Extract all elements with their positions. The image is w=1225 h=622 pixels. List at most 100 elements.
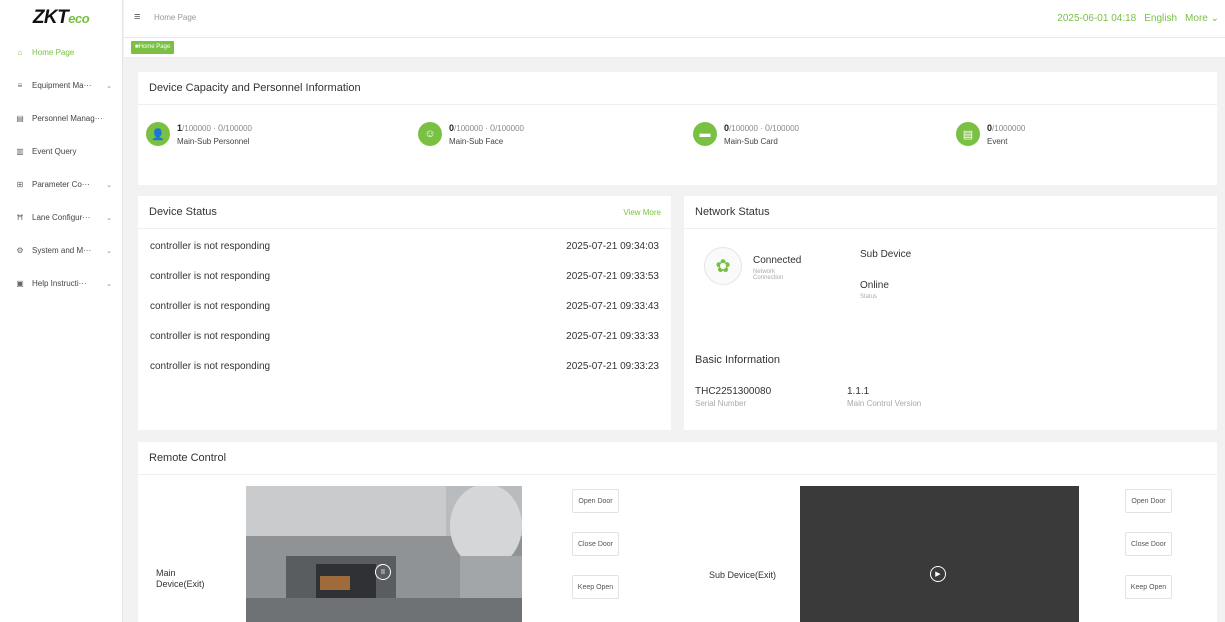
face-icon: ☺ xyxy=(418,122,442,146)
breadcrumb: Home Page xyxy=(154,13,197,22)
status-row: controller is not responding 2025-07-21 0… xyxy=(150,331,659,347)
main-device-label: Main Device(Exit) xyxy=(156,568,205,589)
close-door-button[interactable]: Close Door xyxy=(1125,532,1172,556)
sub-status: Online xyxy=(860,280,889,291)
sidebar-item-label: Home Page xyxy=(32,48,75,57)
keep-open-button[interactable]: Keep Open xyxy=(1125,575,1172,599)
device-status-header: Device Status View More xyxy=(138,196,671,229)
top-bar: ≡ Home Page 2025-06-01 04:18 English Mor… xyxy=(124,0,1225,38)
main-max: /1000000 xyxy=(992,123,1026,133)
main-camera-feed[interactable]: II xyxy=(246,484,522,622)
status-message: controller is not responding xyxy=(150,301,271,312)
sub-device-label: Sub Device(Exit) xyxy=(709,570,777,580)
capacity-value: 1/100000 · 0/100000 xyxy=(177,123,252,134)
sidebar: ZKT eco ⌂ Home Page ≡ Equipment Ma··· ⌄ ▤ Perso… xyxy=(0,0,123,622)
logo-suffix: eco xyxy=(68,10,90,26)
version-label: Main Control Version xyxy=(847,399,922,408)
sidebar-item[interactable]: Ħ Lane Configur··· ⌄ xyxy=(0,201,122,234)
status-time: 2025-07-21 09:33:53 xyxy=(566,271,659,282)
menu-toggle-icon[interactable]: ≡ xyxy=(134,11,140,23)
sidebar-menu: ⌂ Home Page ≡ Equipment Ma··· ⌄ ▤ Personnel Ma… xyxy=(0,36,122,300)
sub-max: /100000 xyxy=(770,123,799,133)
tab-home-page[interactable]: ■Home Page xyxy=(131,41,175,54)
capacity-label: Main-Sub Card xyxy=(724,136,778,146)
status-time: 2025-07-21 09:34:03 xyxy=(566,241,659,252)
close-door-button[interactable]: Close Door xyxy=(572,532,619,556)
capacity-value: 0/100000 · 0/100000 xyxy=(724,123,799,134)
main-max: /100000 xyxy=(729,123,758,133)
capacity-item: ☺ 0/100000 · 0/100000 Main-Sub Face xyxy=(418,122,524,146)
serial-info: THC2251300080 Serial Number xyxy=(695,386,771,408)
play-icon[interactable]: ▶ xyxy=(930,566,946,582)
network-icon: ✿ xyxy=(704,247,742,285)
capacity-info: 0/100000 · 0/100000 Main-Sub Face xyxy=(449,123,524,146)
remote-control-title: Remote Control xyxy=(138,442,1217,475)
main-max: /100000 xyxy=(182,123,211,133)
home-icon: ⌂ xyxy=(17,48,23,57)
chevron-down-icon: ⌄ xyxy=(106,214,112,222)
sidebar-item[interactable]: ▤ Personnel Manag··· xyxy=(0,102,122,135)
open-door-button[interactable]: Open Door xyxy=(1125,489,1172,513)
capacity-item: ▬ 0/100000 · 0/100000 Main-Sub Card xyxy=(693,122,799,146)
capacity-info: 0/1000000 Event xyxy=(987,123,1025,146)
logo: ZKT eco xyxy=(0,0,122,36)
capacity-label: Event xyxy=(987,136,1008,146)
chevron-down-icon: ⌄ xyxy=(106,82,112,90)
capacity-label: Main-Sub Personnel xyxy=(177,136,250,146)
basic-info-title: Basic Information xyxy=(695,354,780,366)
capacity-value: 0/1000000 xyxy=(987,123,1025,134)
sub-camera-feed[interactable]: ▶ xyxy=(800,486,1079,622)
sidebar-item-label: Personnel Manag··· xyxy=(32,114,103,123)
sidebar-item[interactable]: ⊞ Parameter Co··· ⌄ xyxy=(0,168,122,201)
sub-max: /100000 xyxy=(223,123,252,133)
sub-status-label: Status xyxy=(860,294,878,300)
sub-device-status: Online Status xyxy=(860,280,889,300)
connection-status: Connected xyxy=(753,255,802,266)
network-status-title: Network Status xyxy=(684,196,1217,229)
more-menu[interactable]: More ⌄ xyxy=(1185,13,1219,24)
datetime: 2025-06-01 04:18 xyxy=(1057,13,1137,24)
status-message: controller is not responding xyxy=(150,241,271,252)
status-row: controller is not responding 2025-07-21 0… xyxy=(150,271,659,287)
status-time: 2025-07-21 09:33:23 xyxy=(566,361,659,372)
status-time: 2025-07-21 09:33:43 xyxy=(566,301,659,312)
capacity-label: Main-Sub Face xyxy=(449,136,504,146)
device-status-panel: Device Status View More controller is no… xyxy=(138,196,671,430)
version-info: 1.1.1 Main Control Version xyxy=(847,386,921,408)
pause-icon[interactable]: II xyxy=(375,564,391,580)
open-door-button[interactable]: Open Door xyxy=(572,489,619,513)
sidebar-item[interactable]: ≡ Equipment Ma··· ⌄ xyxy=(0,69,122,102)
connection-info: Connected Network Connection xyxy=(753,255,801,281)
person-icon: 👤 xyxy=(146,122,170,146)
event-icon: ▤ xyxy=(956,122,980,146)
capacity-value: 0/100000 · 0/100000 xyxy=(449,123,524,134)
card-icon: ▤ xyxy=(16,114,24,123)
separator: · xyxy=(482,123,491,133)
sidebar-item[interactable]: ⌂ Home Page xyxy=(0,36,122,69)
camera-scene xyxy=(246,484,522,622)
tab-bar: ■Home Page xyxy=(124,38,1225,58)
sidebar-item[interactable]: ▥ Event Query xyxy=(0,135,122,168)
sidebar-item-label: Equipment Ma··· xyxy=(32,81,92,90)
capacity-item: ▤ 0/1000000 Event xyxy=(956,122,1025,146)
serial-number: THC2251300080 xyxy=(695,386,772,397)
capacity-info: 0/100000 · 0/100000 Main-Sub Card xyxy=(724,123,799,146)
capacity-item: 👤 1/100000 · 0/100000 Main-Sub Personnel xyxy=(146,122,252,146)
capacity-panel: Device Capacity and Personnel Informatio… xyxy=(138,72,1217,185)
document-icon: ▥ xyxy=(16,147,24,156)
sidebar-item[interactable]: ⚙ System and M··· ⌄ xyxy=(0,234,122,267)
separator: · xyxy=(210,123,219,133)
remote-control-panel: Remote Control Main Device(Exit) II Open… xyxy=(138,442,1217,622)
sidebar-item[interactable]: ▣ Help Instructi··· ⌄ xyxy=(0,267,122,300)
network-status-panel: Network Status ✿ Connected Network Conne… xyxy=(684,196,1217,430)
capacity-info: 1/100000 · 0/100000 Main-Sub Personnel xyxy=(177,123,252,146)
language-selector[interactable]: English xyxy=(1144,13,1177,24)
view-more-link[interactable]: View More xyxy=(623,208,661,217)
separator: · xyxy=(757,123,766,133)
status-time: 2025-07-21 09:33:33 xyxy=(566,331,659,342)
status-row: controller is not responding 2025-07-21 0… xyxy=(150,361,659,377)
settings-icon: ⊞ xyxy=(16,180,24,189)
sub-max: /100000 xyxy=(495,123,524,133)
keep-open-button[interactable]: Keep Open xyxy=(572,575,619,599)
help-icon: ▣ xyxy=(16,279,24,288)
